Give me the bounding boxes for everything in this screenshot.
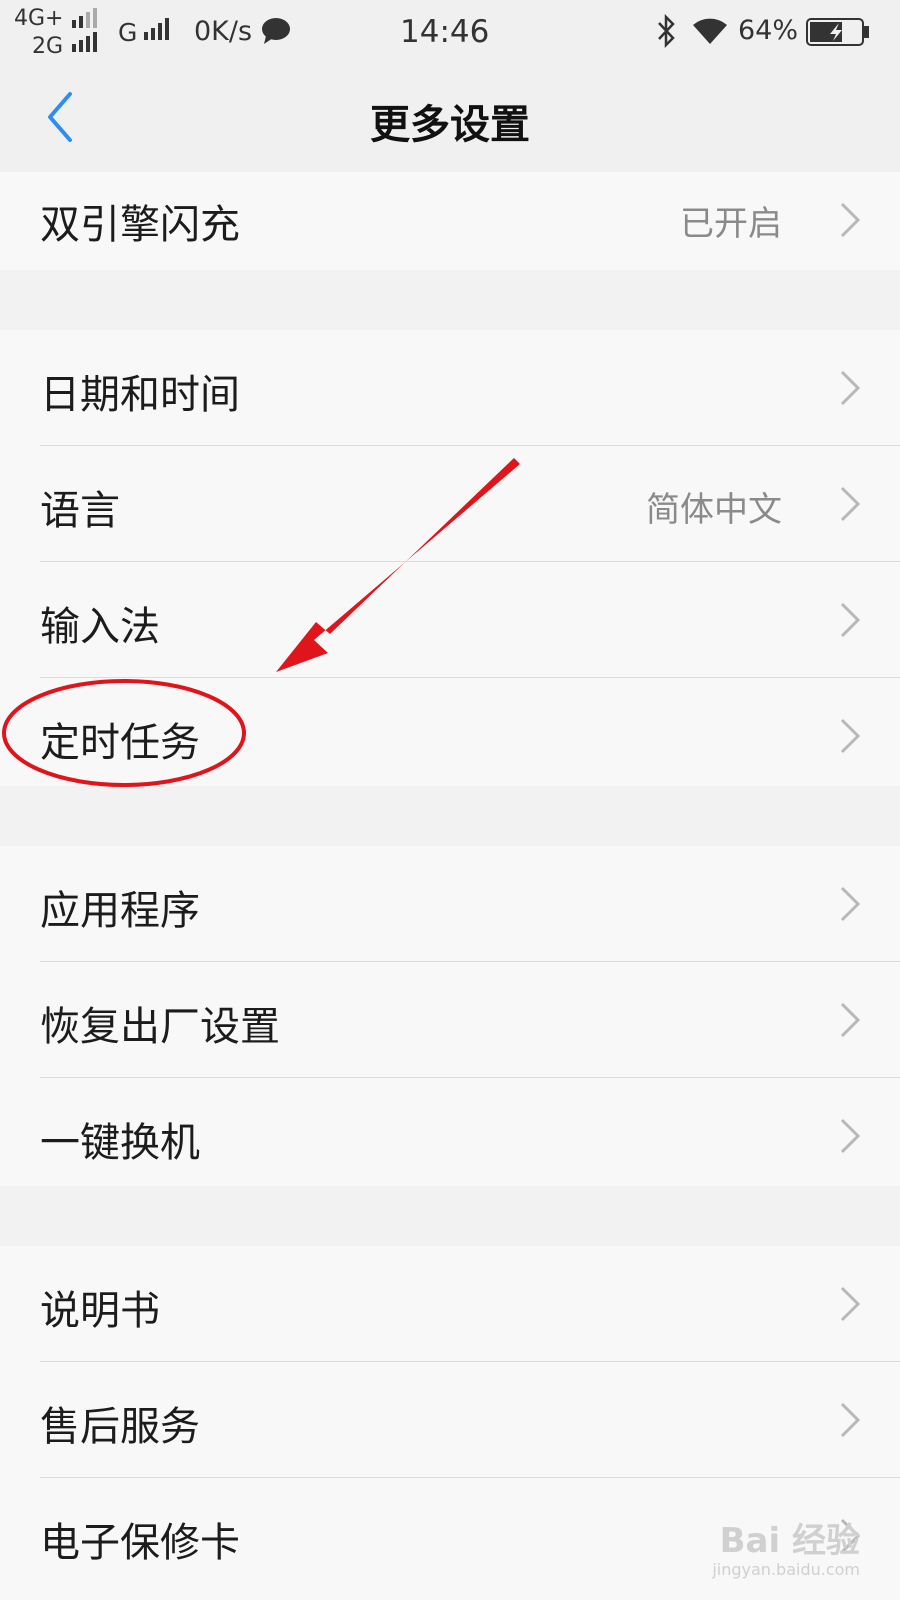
watermark-url: jingyan.baidu.com <box>712 1560 860 1579</box>
chevron-right-icon <box>840 1118 861 1154</box>
bluetooth-icon <box>658 14 675 48</box>
chevron-right-icon <box>840 370 861 406</box>
list-item-phone-clone[interactable]: 一键换机 <box>0 1078 900 1186</box>
item-label: 双引擎闪充 <box>40 202 240 248</box>
message-icon <box>262 18 290 44</box>
list-item-factory-reset[interactable]: 恢复出厂设置 <box>0 962 900 1078</box>
signal-strength-tertiary-icon <box>144 18 169 40</box>
watermark-brand: Bai 经验 <box>719 1521 860 1561</box>
network-speed: 0K/s <box>194 16 253 47</box>
item-label: 定时任务 <box>40 720 200 766</box>
list-item-input-method[interactable]: 输入法 <box>0 562 900 678</box>
item-value: 已开启 <box>680 204 782 244</box>
item-value: 简体中文 <box>646 490 782 530</box>
list-item-manual[interactable]: 说明书 <box>0 1246 900 1362</box>
signal-strength-secondary-icon <box>72 32 97 52</box>
chevron-right-icon <box>840 486 861 522</box>
chevron-right-icon <box>840 602 861 638</box>
item-label: 说明书 <box>40 1288 160 1334</box>
settings-group-apps: 应用程序 恢复出厂设置 一键换机 <box>0 846 900 1186</box>
settings-group-system: 日期和时间 语言 简体中文 输入法 定时任务 <box>0 330 900 786</box>
list-item-applications[interactable]: 应用程序 <box>0 846 900 962</box>
chevron-right-icon <box>840 886 861 922</box>
item-label: 日期和时间 <box>40 372 240 418</box>
network-type-primary: 4G+ <box>14 6 64 31</box>
chevron-right-icon <box>840 1402 861 1438</box>
item-label: 输入法 <box>40 604 160 650</box>
chevron-right-icon <box>840 1002 861 1038</box>
chevron-right-icon <box>840 202 861 238</box>
wifi-icon <box>693 18 727 44</box>
watermark: Bai 经验 jingyan.baidu.com <box>712 1524 860 1578</box>
list-item-dual-engine-flash-charge[interactable]: 双引擎闪充 已开启 <box>0 172 900 270</box>
item-label: 恢复出厂设置 <box>40 1004 280 1050</box>
settings-group-fast-charge: 双引擎闪充 已开启 <box>0 172 900 270</box>
list-item-date-time[interactable]: 日期和时间 <box>0 330 900 446</box>
item-label: 一键换机 <box>40 1120 200 1166</box>
item-label: 电子保修卡 <box>40 1520 240 1566</box>
item-label: 售后服务 <box>40 1404 200 1450</box>
list-item-scheduled-tasks[interactable]: 定时任务 <box>0 678 900 786</box>
battery-percent: 64% <box>738 15 799 46</box>
chevron-right-icon <box>840 1286 861 1322</box>
network-type-secondary: 2G <box>32 34 64 59</box>
item-label: 应用程序 <box>40 888 200 934</box>
item-label: 语言 <box>40 488 120 534</box>
chevron-right-icon <box>840 718 861 754</box>
navigation-bar: 更多设置 <box>0 62 900 173</box>
list-item-language[interactable]: 语言 简体中文 <box>0 446 900 562</box>
status-bar: 4G+ 2G G 0K/s 14:46 64% <box>0 0 900 62</box>
page-title: 更多设置 <box>370 102 530 148</box>
list-item-after-sales-service[interactable]: 售后服务 <box>0 1362 900 1478</box>
network-type-tertiary: G <box>118 18 138 47</box>
signal-strength-primary-icon <box>72 8 97 28</box>
battery-icon <box>806 18 869 46</box>
status-time: 14:46 <box>400 14 490 50</box>
